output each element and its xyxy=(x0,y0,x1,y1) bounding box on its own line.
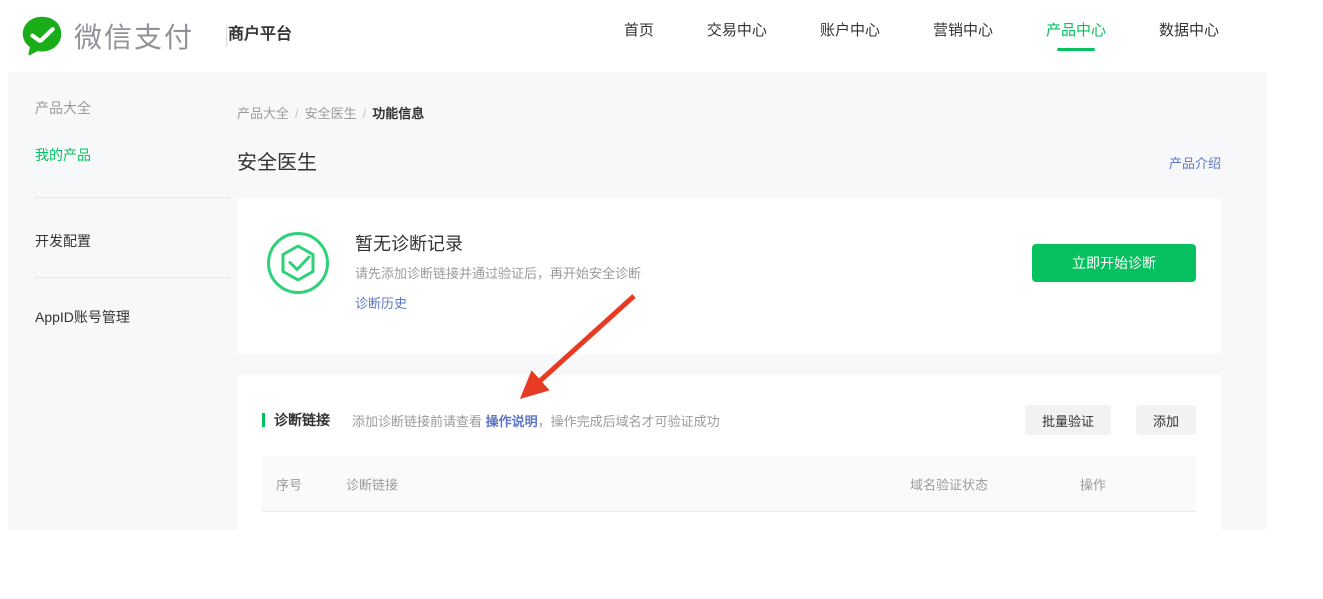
nav-item-data-center[interactable]: 数据中心 xyxy=(1159,19,1219,40)
section-header-row: 诊断链接 添加诊断链接前请查看 操作说明，操作完成后域名才可验证成功 批量验证 … xyxy=(262,405,1196,435)
diagnosis-status-card: 暂无诊断记录 请先添加诊断链接并通过验证后，再开始安全诊断 诊断历史 立即开始诊… xyxy=(237,198,1221,354)
top-nav: 首页 交易中心 账户中心 营销中心 产品中心 数据中心 xyxy=(624,0,1219,58)
add-link-button[interactable]: 添加 xyxy=(1136,405,1196,435)
column-header-domain-verify-state: 域名验证状态 xyxy=(910,474,988,493)
breadcrumb: 产品大全 / 安全医生 / 功能信息 xyxy=(237,103,424,122)
sidebar-divider xyxy=(35,197,230,198)
sidebar-item-all-products[interactable]: 产品大全 xyxy=(35,98,91,118)
section-marker-bar xyxy=(262,413,265,427)
top-header: 微信支付 商户平台 首页 交易中心 账户中心 营销中心 产品中心 数据中心 xyxy=(0,0,1323,72)
start-diagnosis-button[interactable]: 立即开始诊断 xyxy=(1032,244,1196,282)
shield-check-icon xyxy=(266,231,330,295)
no-record-title: 暂无诊断记录 xyxy=(355,230,463,256)
nav-item-product-center[interactable]: 产品中心 xyxy=(1046,19,1106,40)
sidebar-item-appid-management[interactable]: AppID账号管理 xyxy=(35,307,130,327)
column-header-operation: 操作 xyxy=(1080,474,1106,493)
product-intro-link[interactable]: 产品介绍 xyxy=(1169,153,1221,172)
nav-item-home[interactable]: 首页 xyxy=(624,19,654,40)
sidebar-item-dev-config[interactable]: 开发配置 xyxy=(35,231,91,251)
nav-item-account-center[interactable]: 账户中心 xyxy=(820,19,880,40)
tip-prefix: 添加诊断链接前请查看 xyxy=(352,414,486,429)
operation-guide-link[interactable]: 操作说明 xyxy=(486,414,538,429)
breadcrumb-separator: / xyxy=(295,106,299,121)
wechat-pay-logo-icon xyxy=(20,14,64,58)
sidebar-item-my-products[interactable]: 我的产品 xyxy=(35,145,91,165)
wechat-pay-logo[interactable]: 微信支付 xyxy=(20,12,194,60)
tip-suffix: ，操作完成后域名才可验证成功 xyxy=(538,414,720,429)
sidebar: 产品大全 我的产品 开发配置 AppID账号管理 xyxy=(8,72,238,530)
column-header-seq: 序号 xyxy=(276,474,302,493)
breadcrumb-separator: / xyxy=(363,106,367,121)
batch-verify-button[interactable]: 批量验证 xyxy=(1025,405,1111,435)
logo-wordmark: 微信支付 xyxy=(74,16,194,56)
section-tip: 添加诊断链接前请查看 操作说明，操作完成后域名才可验证成功 xyxy=(352,411,720,430)
section-buttons: 批量验证 添加 xyxy=(1025,405,1196,435)
page-title: 安全医生 xyxy=(237,146,317,175)
merchant-platform-page: 微信支付 商户平台 首页 交易中心 账户中心 营销中心 产品中心 数据中心 产品… xyxy=(0,0,1323,599)
header-divider xyxy=(226,25,227,47)
diagnosis-links-card: 诊断链接 添加诊断链接前请查看 操作说明，操作完成后域名才可验证成功 批量验证 … xyxy=(237,375,1221,530)
column-header-diagnosis-link: 诊断链接 xyxy=(346,474,398,493)
breadcrumb-security-doctor[interactable]: 安全医生 xyxy=(305,106,357,121)
section-title: 诊断链接 xyxy=(274,410,330,430)
breadcrumb-current-function-info: 功能信息 xyxy=(372,106,424,121)
diagnosis-history-link[interactable]: 诊断历史 xyxy=(355,293,407,312)
nav-item-marketing-center[interactable]: 营销中心 xyxy=(933,19,993,40)
sidebar-divider xyxy=(35,277,230,278)
links-table-header: 序号 诊断链接 域名验证状态 操作 xyxy=(262,456,1196,512)
no-record-subtitle: 请先添加诊断链接并通过验证后，再开始安全诊断 xyxy=(355,263,641,282)
portal-label: 商户平台 xyxy=(228,20,292,44)
nav-item-transaction-center[interactable]: 交易中心 xyxy=(707,19,767,40)
breadcrumb-all-products[interactable]: 产品大全 xyxy=(237,106,289,121)
